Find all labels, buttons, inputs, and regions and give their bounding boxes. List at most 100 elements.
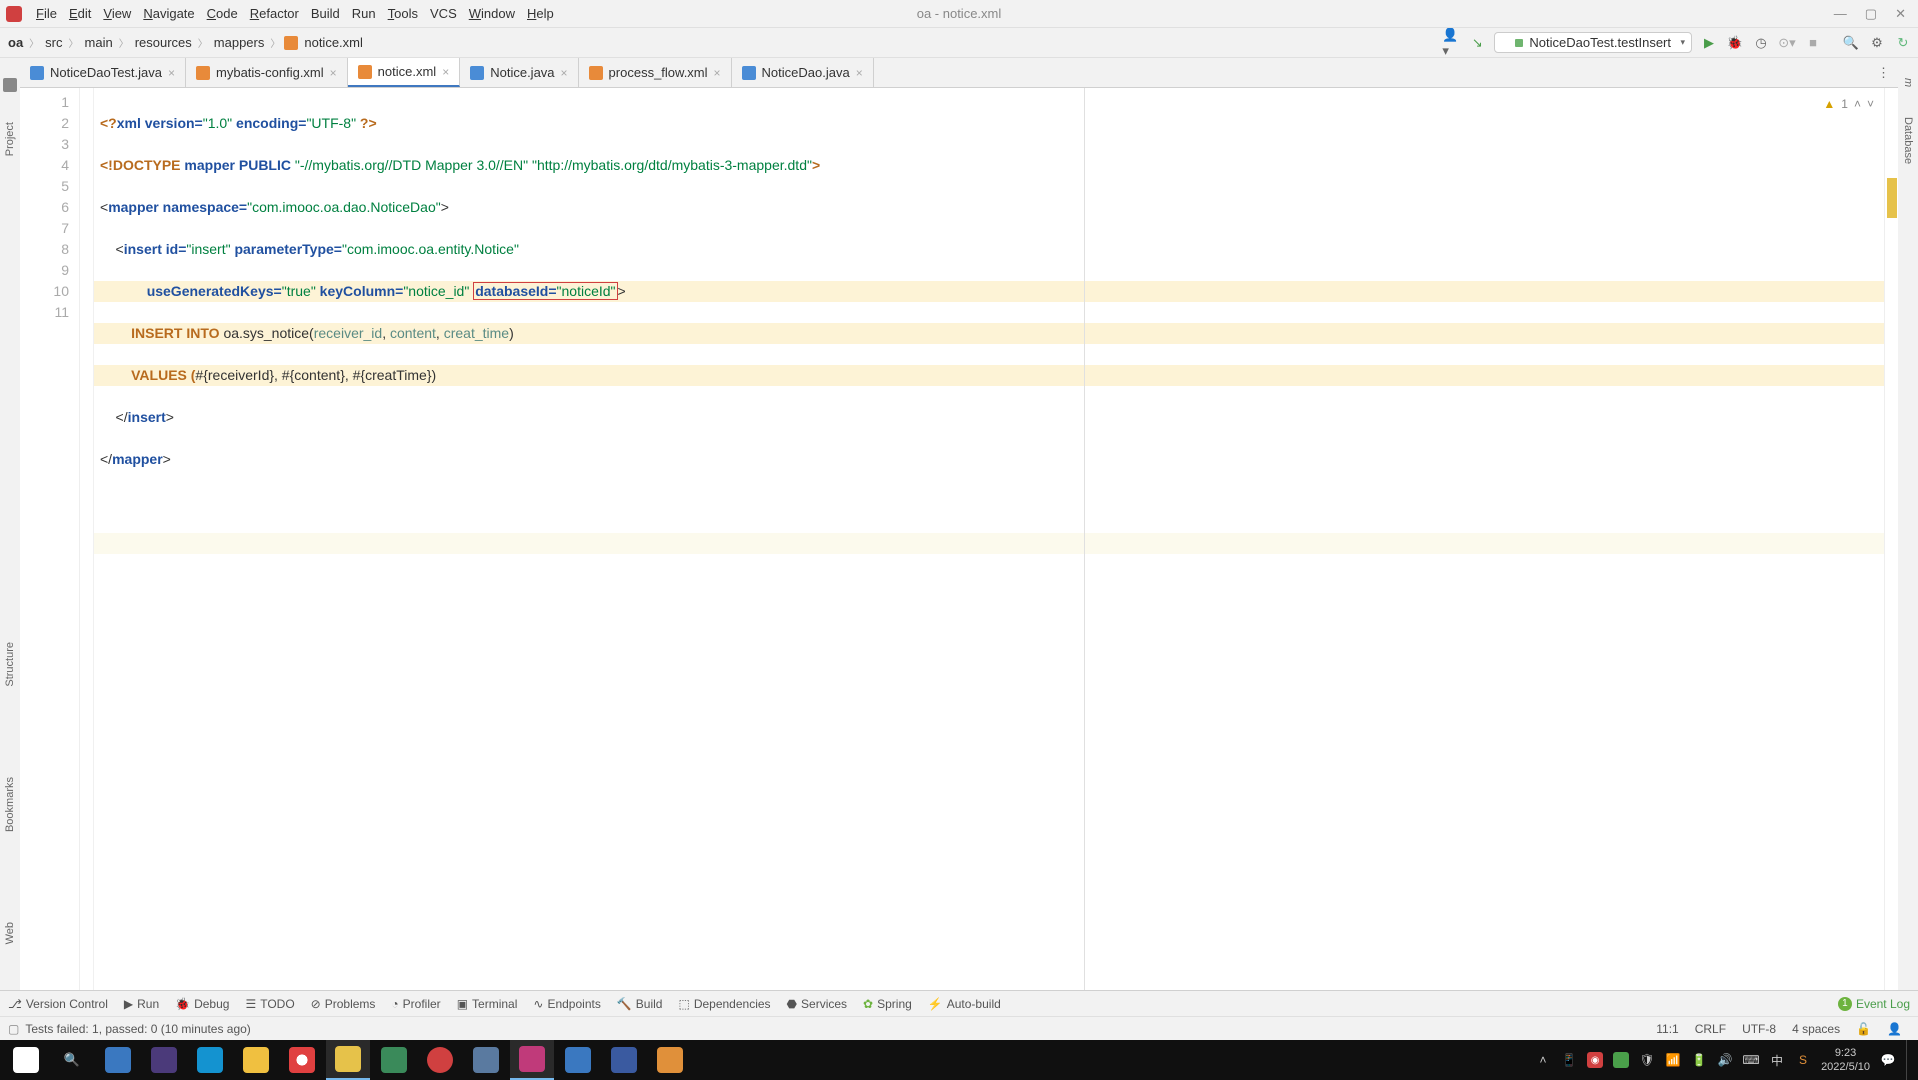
- ide-notification-icon[interactable]: 👤: [1879, 1022, 1910, 1036]
- tool-endpoints[interactable]: ∿Endpoints: [533, 997, 600, 1011]
- prev-highlight-icon[interactable]: ˄: [1854, 94, 1861, 115]
- taskbar-app-2[interactable]: [372, 1040, 416, 1080]
- close-icon[interactable]: ×: [561, 66, 568, 80]
- menu-file[interactable]: FFileile: [30, 4, 63, 23]
- tool-event-log[interactable]: 1Event Log: [1838, 997, 1910, 1011]
- breadcrumb-mappers[interactable]: mappers: [212, 35, 267, 50]
- stop-icon[interactable]: ■: [1804, 34, 1822, 52]
- code-area[interactable]: <?xml version="1.0" encoding="UTF-8" ?> …: [94, 88, 1884, 990]
- run-config-selector[interactable]: NoticeDaoTest.testInsert: [1494, 32, 1692, 53]
- tool-todo[interactable]: ☰TODO: [245, 997, 294, 1011]
- tool-dependencies[interactable]: ⬚Dependencies: [678, 997, 770, 1011]
- tool-terminal[interactable]: ▣Terminal: [457, 997, 518, 1011]
- menu-help[interactable]: Help: [521, 4, 560, 23]
- menu-navigate[interactable]: Navigate: [137, 4, 200, 23]
- error-stripe[interactable]: [1884, 88, 1898, 990]
- taskbar-eclipse[interactable]: [142, 1040, 186, 1080]
- breadcrumb-file[interactable]: notice.xml: [302, 35, 365, 50]
- bookmarks-tool-button[interactable]: Bookmarks: [4, 777, 16, 832]
- menu-vcs[interactable]: VCS: [424, 4, 463, 23]
- structure-tool-button[interactable]: Structure: [4, 642, 16, 687]
- tab-notice-java[interactable]: Notice.java×: [460, 58, 578, 87]
- window-maximize-icon[interactable]: ▢: [1865, 6, 1877, 22]
- indent-setting[interactable]: 4 spaces: [1784, 1022, 1848, 1036]
- breadcrumb-root[interactable]: oa: [6, 35, 25, 50]
- inspection-widget[interactable]: ▲ 1 ˄ ˅: [1823, 94, 1874, 115]
- run-icon[interactable]: ▶: [1700, 34, 1718, 52]
- coverage-icon[interactable]: ◷: [1752, 34, 1770, 52]
- tray-chevron-up-icon[interactable]: ˄: [1535, 1052, 1551, 1068]
- tool-problems[interactable]: ⊘Problems: [311, 997, 376, 1011]
- menu-tools[interactable]: Tools: [382, 4, 424, 23]
- settings-icon[interactable]: ⚙: [1868, 34, 1886, 52]
- taskbar-sublime[interactable]: [648, 1040, 692, 1080]
- tray-phone-icon[interactable]: 📱: [1561, 1052, 1577, 1068]
- window-close-icon[interactable]: ✕: [1895, 6, 1906, 22]
- menu-view[interactable]: View: [97, 4, 137, 23]
- tool-profiler[interactable]: ◔Profiler: [391, 997, 440, 1011]
- tray-security-icon[interactable]: 🛡: [1639, 1052, 1655, 1068]
- tool-spring[interactable]: ✿Spring: [863, 997, 912, 1011]
- close-icon[interactable]: ×: [714, 66, 721, 80]
- tray-app-green-icon[interactable]: [1613, 1052, 1629, 1068]
- close-icon[interactable]: ×: [442, 65, 449, 79]
- menu-code[interactable]: Code: [201, 4, 244, 23]
- tray-keyboard-icon[interactable]: ⌨: [1743, 1052, 1759, 1068]
- project-tool-icon[interactable]: [3, 78, 17, 92]
- debug-icon[interactable]: 🐞: [1726, 34, 1744, 52]
- breadcrumb-resources[interactable]: resources: [133, 35, 194, 50]
- tray-notifications-icon[interactable]: 💬: [1880, 1052, 1896, 1068]
- tray-app-red-icon[interactable]: ◉: [1587, 1052, 1603, 1068]
- maven-tool-button[interactable]: m: [1902, 78, 1914, 87]
- tray-sogou-icon[interactable]: S: [1795, 1052, 1811, 1068]
- menu-run[interactable]: Run: [346, 4, 382, 23]
- editor-body[interactable]: 1234567891011 <?xml version="1.0" encodi…: [20, 88, 1898, 990]
- taskbar-edge[interactable]: [188, 1040, 232, 1080]
- warning-marker[interactable]: [1887, 178, 1897, 218]
- taskbar-app-4[interactable]: [464, 1040, 508, 1080]
- jrebel-icon[interactable]: ↻: [1894, 34, 1912, 52]
- caret-position[interactable]: 11:1: [1648, 1022, 1686, 1036]
- breadcrumb-main[interactable]: main: [83, 35, 115, 50]
- tray-battery-icon[interactable]: 🔋: [1691, 1052, 1707, 1068]
- next-highlight-icon[interactable]: ˅: [1867, 94, 1874, 115]
- tab-noticedao[interactable]: NoticeDao.java×: [732, 58, 874, 87]
- menu-window[interactable]: Window: [463, 4, 521, 23]
- tray-wifi-icon[interactable]: 📶: [1665, 1052, 1681, 1068]
- readonly-lock-icon[interactable]: 🔓: [1848, 1022, 1879, 1036]
- tool-version-control[interactable]: ⎇Version Control: [8, 997, 108, 1011]
- taskbar-app-6[interactable]: [602, 1040, 646, 1080]
- tool-build[interactable]: 🔨Build: [617, 997, 663, 1011]
- start-button[interactable]: [4, 1040, 48, 1080]
- menu-edit[interactable]: Edit: [63, 4, 97, 23]
- close-icon[interactable]: ×: [330, 66, 337, 80]
- tray-volume-icon[interactable]: 🔊: [1717, 1052, 1733, 1068]
- fold-gutter[interactable]: [80, 88, 94, 990]
- tool-auto-build[interactable]: ⚡Auto-build: [928, 997, 1001, 1011]
- taskbar-search[interactable]: 🔍: [50, 1040, 94, 1080]
- taskbar-app-1[interactable]: [326, 1040, 370, 1080]
- tool-window-quick-access-icon[interactable]: ▢: [8, 1022, 19, 1036]
- tabs-more-icon[interactable]: ⋮: [1869, 58, 1898, 87]
- profile-icon[interactable]: ⊙▾: [1778, 34, 1796, 52]
- taskbar-taskview[interactable]: [96, 1040, 140, 1080]
- search-icon[interactable]: 🔍: [1842, 34, 1860, 52]
- tray-ime[interactable]: 中: [1769, 1052, 1785, 1068]
- breadcrumb-src[interactable]: src: [43, 35, 64, 50]
- taskbar-chrome[interactable]: [280, 1040, 324, 1080]
- tool-services[interactable]: ⬣Services: [787, 997, 848, 1011]
- close-icon[interactable]: ×: [168, 66, 175, 80]
- tab-process-flow[interactable]: process_flow.xml×: [579, 58, 732, 87]
- menu-build[interactable]: Build: [305, 4, 346, 23]
- tab-noticedaotest[interactable]: NoticeDaoTest.java×: [20, 58, 186, 87]
- line-separator[interactable]: CRLF: [1687, 1022, 1734, 1036]
- taskbar-app-5[interactable]: [556, 1040, 600, 1080]
- taskbar-intellij[interactable]: [510, 1040, 554, 1080]
- tray-clock[interactable]: 9:23 2022/5/10: [1821, 1046, 1870, 1074]
- tab-mybatis-config[interactable]: mybatis-config.xml×: [186, 58, 348, 87]
- taskbar-explorer[interactable]: [234, 1040, 278, 1080]
- tab-notice-xml[interactable]: notice.xml×: [348, 58, 461, 87]
- build-icon[interactable]: ↘: [1468, 34, 1486, 52]
- database-tool-button[interactable]: Database: [1902, 117, 1914, 164]
- show-desktop[interactable]: [1906, 1040, 1912, 1080]
